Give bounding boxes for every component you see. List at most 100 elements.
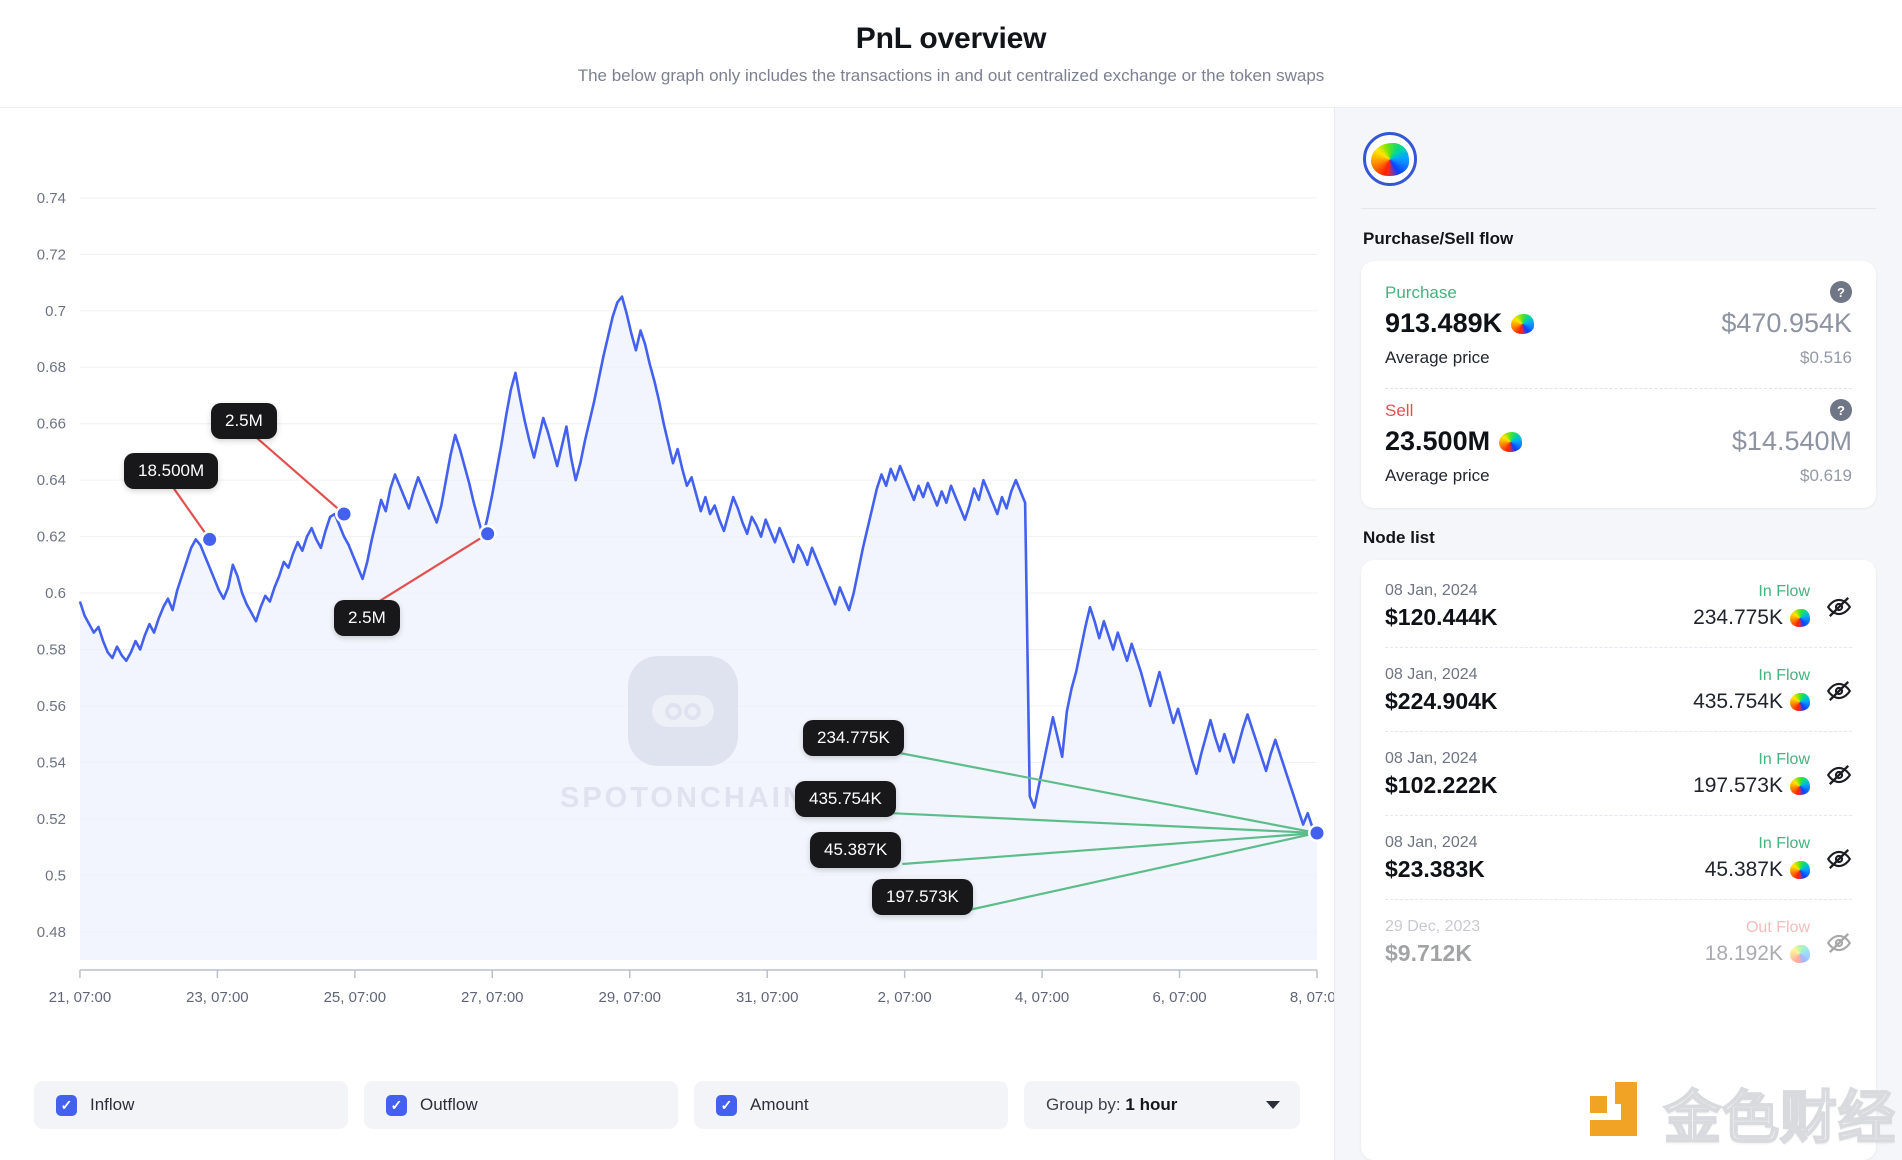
node-list-title: Node list (1363, 528, 1435, 547)
group-by-dropdown[interactable]: Group by: 1 hour (1024, 1081, 1300, 1129)
page-subtitle: The below graph only includes the transa… (577, 66, 1325, 85)
token-logo-icon (1790, 861, 1810, 879)
hide-eye-icon[interactable] (1826, 678, 1852, 704)
y-axis-tick-label: 0.56 (37, 698, 66, 715)
node-item-date: 08 Jan, 2024 (1385, 582, 1478, 599)
x-axis-tick-label: 2, 07:00 (878, 989, 932, 1006)
checkbox-checked-icon[interactable]: ✓ (386, 1094, 407, 1116)
chart-canvas[interactable]: 0.48 0.5 0.52 0.54 0.56 0.58 0.6 0.62 0.64 0.66 0.… (0, 108, 1334, 1068)
node-item-left: 08 Jan, 2024 $23.383K (1385, 834, 1485, 883)
node-item-date: 08 Jan, 2024 (1385, 834, 1478, 851)
x-axis-tick-label: 4, 07:00 (1015, 989, 1069, 1006)
chart-marker-dot[interactable] (1310, 826, 1324, 840)
node-item-usd: $23.383K (1385, 856, 1485, 882)
toggle-amount[interactable]: ✓ Amount (694, 1081, 1008, 1129)
page-title: PnL overview (855, 22, 1047, 55)
toggle-inflow[interactable]: ✓ Inflow (34, 1081, 348, 1129)
node-list-item[interactable]: 08 Jan, 2024 $120.444K In Flow 234.775K (1385, 564, 1852, 648)
node-item-flow-type: In Flow (1758, 751, 1810, 768)
purchase-sell-flow-card: Purchase ? 913.489K $470.954K Average pr… (1361, 261, 1876, 508)
token-logo-icon (1790, 945, 1810, 963)
sell-label: Sell (1385, 401, 1414, 420)
avatar-row (1335, 108, 1902, 186)
page-body: 0.48 0.5 0.52 0.54 0.56 0.58 0.6 0.62 0.64 0.66 0.… (0, 108, 1902, 1160)
toggle-outflow-label: Outflow (420, 1095, 478, 1114)
chart-marker-label-outflow-2[interactable]: 2.5M (211, 403, 277, 439)
x-axis-tick-label: 27, 07:00 (461, 989, 523, 1006)
node-item-usd: $9.712K (1385, 940, 1472, 966)
hide-eye-icon[interactable] (1826, 930, 1852, 956)
y-axis-tick-label: 0.48 (37, 924, 66, 941)
node-list-item[interactable]: 08 Jan, 2024 $224.904K In Flow 435.754K (1385, 648, 1852, 732)
chart-marker-dot[interactable] (203, 532, 217, 546)
y-axis-tick-label: 0.68 (37, 359, 66, 376)
token-logo-icon (1371, 142, 1409, 176)
y-axis-tick-label: 0.6 (45, 585, 66, 602)
node-item-amount: 435.754K (1693, 690, 1783, 713)
chart-marker-label-inflow-1[interactable]: 234.775K (803, 720, 904, 756)
chart-marker-label-inflow-3[interactable]: 45.387K (810, 832, 902, 868)
purchase-avg-price-label: Average price (1385, 348, 1490, 367)
purchase-avg-price-value: $0.516 (1800, 348, 1852, 367)
x-axis-tick-label: 8, 07:00 (1290, 989, 1334, 1006)
y-axis-tick-label: 0.62 (37, 529, 66, 546)
chart-controls: ✓ Inflow ✓ Outflow ✓ Amount Group by: 1 … (0, 1068, 1334, 1160)
toggle-outflow[interactable]: ✓ Outflow (364, 1081, 678, 1129)
toggle-inflow-label: Inflow (90, 1095, 135, 1114)
node-item-flow-type: Out Flow (1745, 919, 1810, 936)
node-item-flow-type: In Flow (1758, 835, 1810, 852)
node-list[interactable]: 08 Jan, 2024 $120.444K In Flow 234.775K 08 J… (1361, 560, 1876, 1160)
y-axis-tick-label: 0.5 (45, 867, 66, 884)
sell-avg-price-label: Average price (1385, 466, 1490, 485)
node-item-right: Out Flow 18.192K (1705, 919, 1852, 966)
chart-marker-dot[interactable] (481, 527, 495, 541)
x-axis-tick-label: 29, 07:00 (599, 989, 661, 1006)
hide-eye-icon[interactable] (1826, 762, 1852, 788)
node-item-right: In Flow 45.387K (1705, 835, 1852, 882)
chart-marker-label-inflow-2[interactable]: 435.754K (795, 781, 896, 817)
chart-marker-label-outflow-1[interactable]: 18.500M (124, 453, 219, 489)
x-axis-tick-label: 23, 07:00 (186, 989, 248, 1006)
y-axis-tick-label: 0.54 (37, 754, 66, 771)
node-item-flow-type: In Flow (1758, 667, 1810, 684)
chart-area[interactable]: 0.48 0.5 0.52 0.54 0.56 0.58 0.6 0.62 0.64 0.66 0.… (0, 108, 1334, 1068)
chart-area-fill (79, 296, 1318, 960)
chart-pane: 0.48 0.5 0.52 0.54 0.56 0.58 0.6 0.62 0.64 0.66 0.… (0, 108, 1335, 1160)
chart-marker-label-outflow-3[interactable]: 2.5M (334, 600, 400, 636)
purchase-help-icon[interactable]: ? (1830, 281, 1852, 303)
purchase-usd-value: $470.954K (1721, 308, 1852, 338)
price-line-chart[interactable]: 0.48 0.5 0.52 0.54 0.56 0.58 0.6 0.62 0.64 0.66 0.… (0, 108, 1334, 1068)
token-logo-icon (1499, 431, 1523, 452)
node-item-amount: 234.775K (1693, 606, 1783, 629)
node-item-right: In Flow 435.754K (1693, 667, 1852, 714)
marker-connector-line (247, 429, 345, 515)
node-item-amount: 18.192K (1704, 942, 1783, 965)
node-item-flow-type: In Flow (1758, 583, 1810, 600)
avatar[interactable] (1363, 132, 1417, 186)
node-list-item[interactable]: 08 Jan, 2024 $102.222K In Flow 197.573K (1385, 732, 1852, 816)
node-item-usd: $102.222K (1385, 772, 1498, 798)
node-item-left: 08 Jan, 2024 $102.222K (1385, 750, 1498, 799)
y-axis-tick-label: 0.66 (37, 416, 66, 433)
x-axis-tick-label: 6, 07:00 (1152, 989, 1206, 1006)
group-by-value: 1 hour (1125, 1095, 1178, 1114)
sell-help-icon[interactable]: ? (1830, 399, 1852, 421)
chart-marker-dot[interactable] (337, 507, 351, 521)
x-axis-tick-label: 21, 07:00 (49, 989, 111, 1006)
sell-avg-price-value: $0.619 (1800, 466, 1852, 485)
node-item-usd: $120.444K (1385, 604, 1498, 630)
checkbox-checked-icon[interactable]: ✓ (716, 1094, 737, 1116)
checkbox-checked-icon[interactable]: ✓ (56, 1094, 77, 1116)
node-item-date: 29 Dec, 2023 (1385, 918, 1481, 935)
purchase-block: Purchase ? 913.489K $470.954K Average pr… (1385, 277, 1852, 372)
node-list-item[interactable]: 29 Dec, 2023 $9.712K Out Flow 18.192K (1385, 900, 1852, 983)
group-by-prefix: Group by: (1046, 1095, 1121, 1114)
node-list-item[interactable]: 08 Jan, 2024 $23.383K In Flow 45.387K (1385, 816, 1852, 900)
token-logo-icon (1790, 609, 1810, 627)
hide-eye-icon[interactable] (1826, 846, 1852, 872)
chart-marker-label-inflow-4[interactable]: 197.573K (872, 879, 973, 915)
node-item-left: 08 Jan, 2024 $120.444K (1385, 582, 1498, 631)
chevron-down-icon[interactable] (1266, 1101, 1280, 1109)
sell-usd-value: $14.540M (1731, 426, 1852, 456)
hide-eye-icon[interactable] (1826, 594, 1852, 620)
